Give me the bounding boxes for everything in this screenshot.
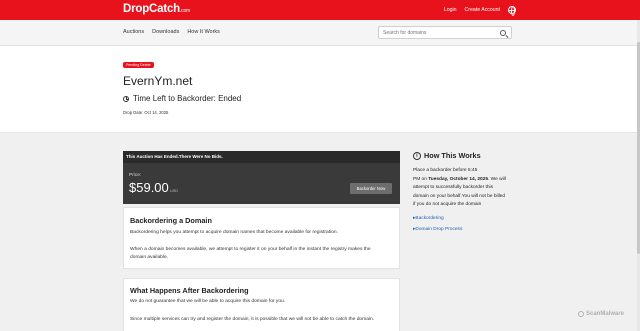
clock-icon [123,95,129,102]
domain-hero: Pending Delete EvernYm.net Time Left to … [0,46,640,133]
nav-auctions[interactable]: Auctions [123,29,144,35]
how-this-works-title: i How This Works [413,151,481,160]
backorder-now-button[interactable]: Backorder Now [350,183,392,194]
login-link[interactable]: Login [444,7,457,13]
search-box [378,26,512,39]
auction-status: This Auction Has Ended.There Were No Bid… [123,151,400,163]
after-backordering-card: What Happens After Backordering We do no… [123,278,400,331]
create-account-link[interactable]: Create Account [465,7,500,13]
time-left-text: Time Left to Backorder: Ended [133,94,242,103]
card-text: We do not guarantee that we will be able… [130,299,286,304]
backordering-card: Backordering a Domain Backordering helps… [123,207,400,269]
site-logo[interactable]: DropCatch.com [123,3,190,15]
card-title: What Happens After Backordering [130,286,249,295]
search-input[interactable] [383,30,493,36]
nav-downloads[interactable]: Downloads [152,29,179,35]
status-badge: Pending Delete [123,62,154,68]
currency-label: USD [170,189,179,193]
card-text: When a domain becomes available, we atte… [130,247,371,252]
page-title: EvernYm.net [123,74,193,88]
card-text: domain available. [130,255,169,260]
time-left: Time Left to Backorder: Ended [123,94,241,103]
how-this-works-links: Backordering Domain Drop Process [413,214,462,235]
drop-date: Drop Date: Oct 14, 2025 [123,110,169,115]
card-text: Backordering helps you attempt to acquir… [130,230,338,235]
card-title: Backordering a Domain [130,216,212,225]
price-value: $59.00 [129,180,169,195]
account-links: Login Create Account [444,6,516,16]
scanmalware-icon [578,311,584,317]
card-text: Since multiple services can try and regi… [130,317,375,322]
search-icon[interactable] [500,29,506,36]
top-bar: DropCatch.com Login Create Account [0,0,640,20]
price-label: Price: [129,173,142,178]
info-icon: i [413,151,421,160]
watermark: ScanMalware [578,311,624,317]
link-domain-drop-process[interactable]: Domain Drop Process [413,225,462,236]
auction-panel: This Auction Has Ended.There Were No Bid… [123,151,400,204]
link-backordering[interactable]: Backordering [413,214,462,225]
how-this-works-text: Place a backorder before 5:45 PM on Tues… [413,168,506,208]
nav-how-it-works[interactable]: How It Works [187,29,220,35]
globe-icon[interactable] [508,6,516,16]
main-nav: Auctions Downloads How It Works [0,20,640,46]
